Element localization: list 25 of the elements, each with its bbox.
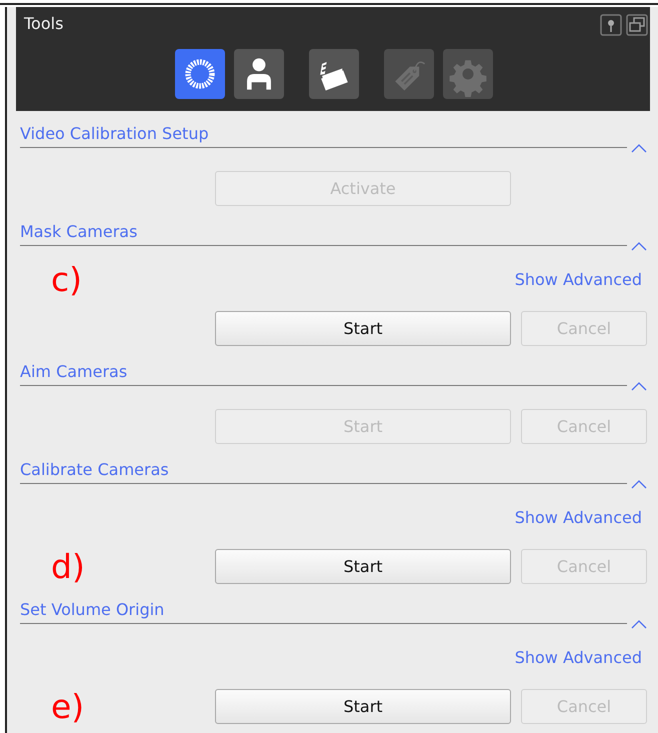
annotation-label: e) (51, 686, 84, 726)
annotation-label: d) (51, 546, 85, 586)
section-title: Video Calibration Setup (20, 124, 209, 143)
action-button[interactable]: Start (215, 311, 511, 346)
section-title: Set Volume Origin (20, 600, 164, 619)
person-tool-button[interactable] (234, 49, 284, 99)
show-advanced-link[interactable]: Show Advanced (514, 647, 642, 669)
panel-title: Tools (24, 14, 64, 33)
collapse-icon[interactable] (630, 478, 648, 490)
collapse-icon[interactable] (630, 380, 648, 392)
action-button[interactable]: Start (215, 689, 511, 724)
section-title: Mask Cameras (20, 222, 138, 241)
collapse-icon[interactable] (630, 240, 648, 252)
show-advanced-link[interactable]: Show Advanced (514, 507, 642, 529)
annotation-label: c) (51, 260, 82, 300)
collapse-icon[interactable] (630, 618, 648, 630)
restore-icon[interactable] (626, 14, 648, 36)
show-advanced-link[interactable]: Show Advanced (514, 269, 642, 291)
target-tool-button[interactable] (175, 49, 225, 99)
section-title: Calibrate Cameras (20, 460, 169, 479)
clapperboard-tool-button[interactable] (309, 49, 359, 99)
collapse-icon[interactable] (630, 142, 648, 154)
section-title: Aim Cameras (20, 362, 128, 381)
pin-icon[interactable] (600, 14, 622, 36)
action-button[interactable]: Start (215, 549, 511, 584)
